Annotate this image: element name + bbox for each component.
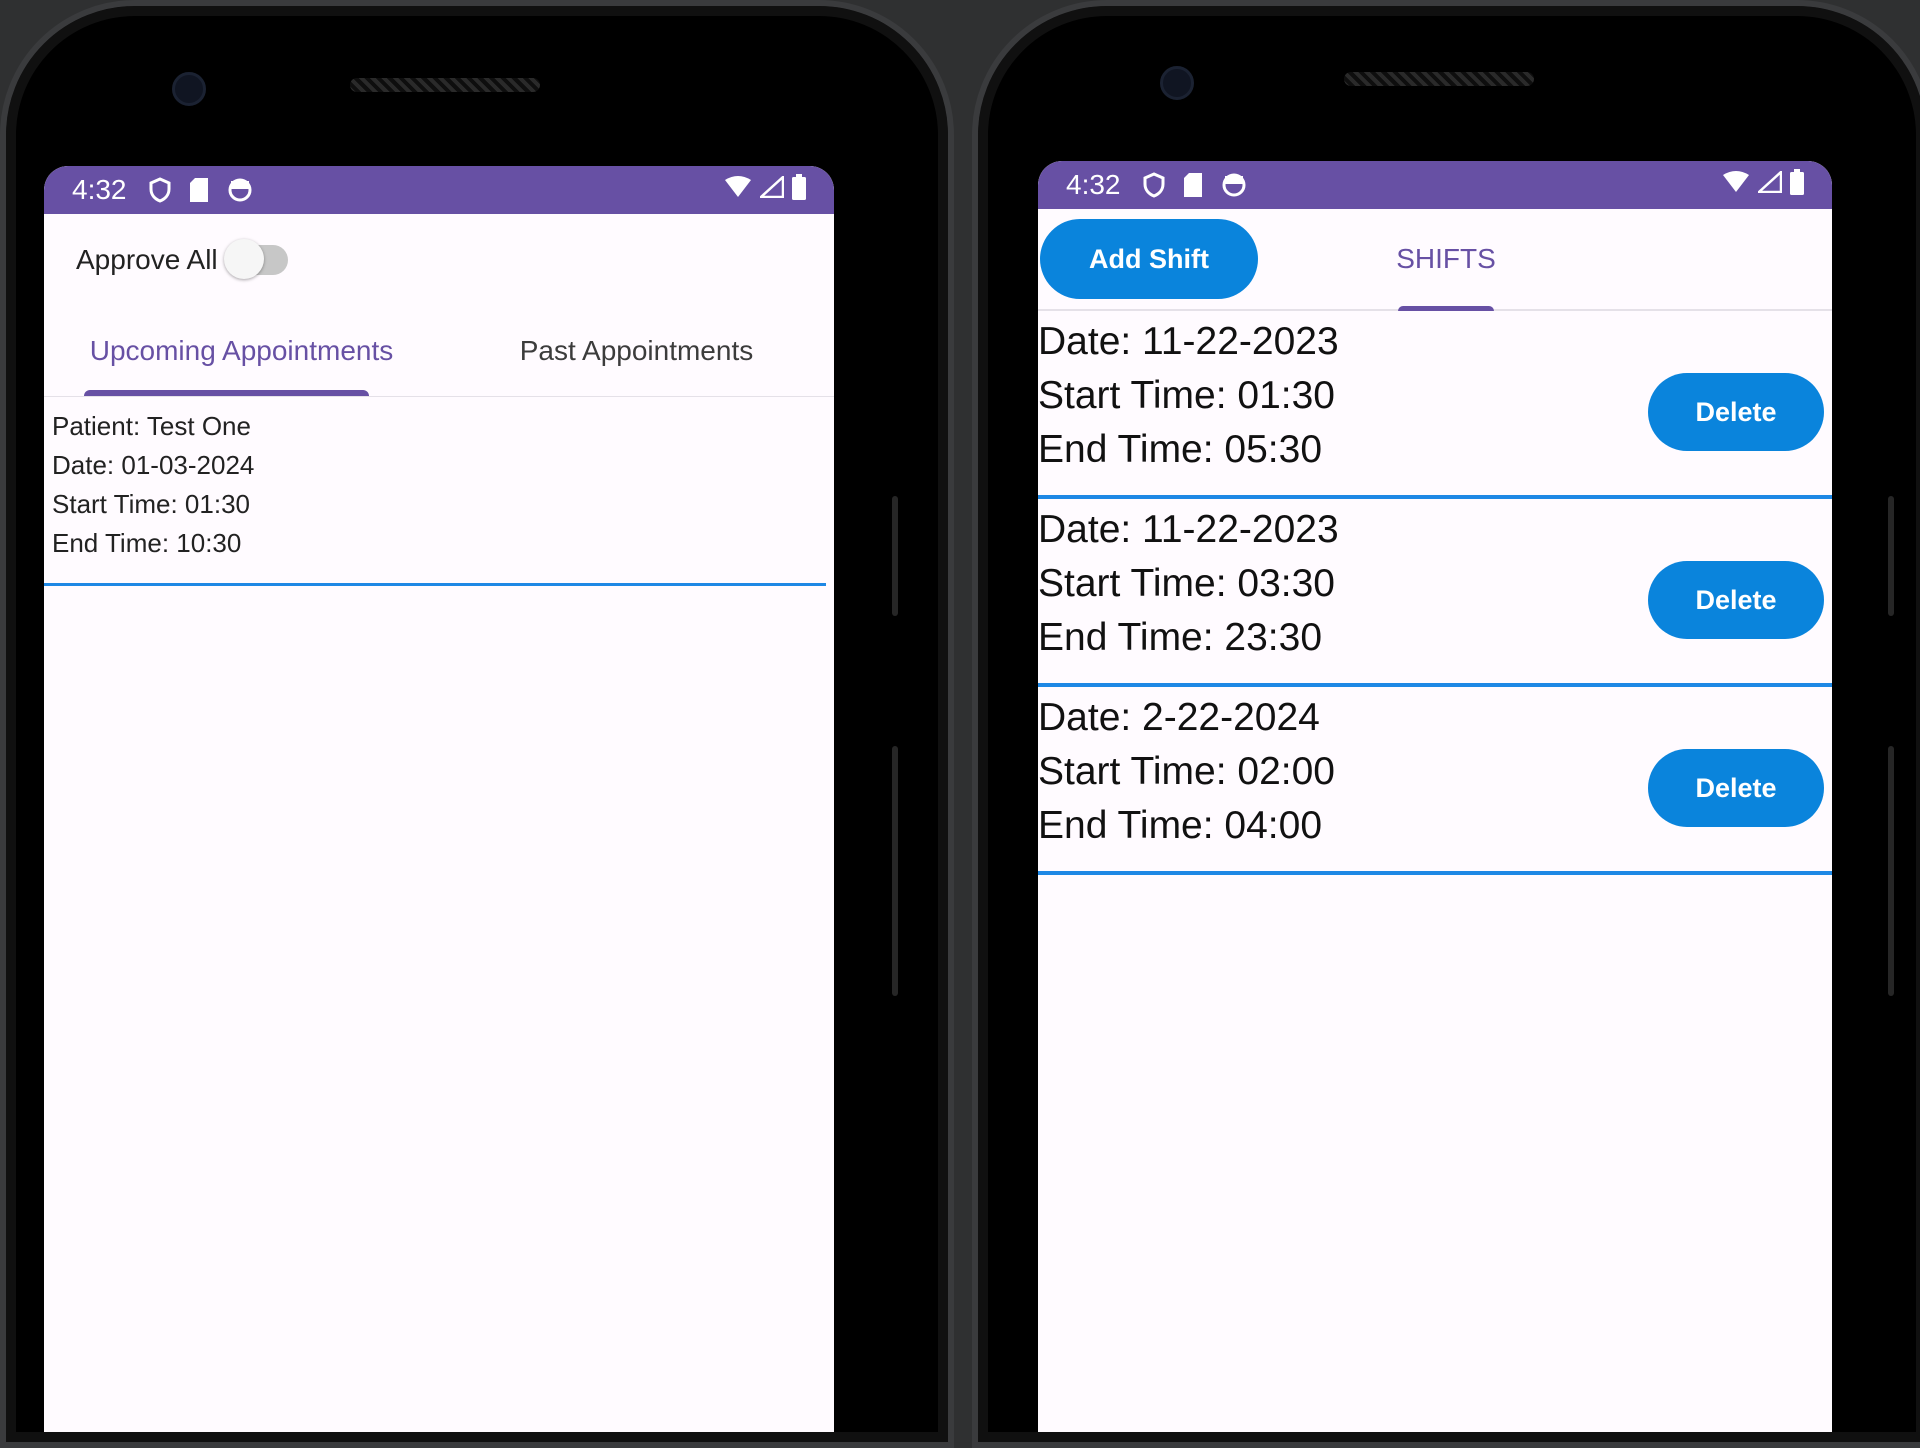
front-camera bbox=[1160, 66, 1194, 100]
power-button bbox=[892, 746, 898, 996]
tab-upcoming-appointments[interactable]: Upcoming Appointments bbox=[44, 306, 439, 396]
toggle-knob bbox=[223, 239, 264, 279]
appointment-patient: Patient: Test One bbox=[52, 411, 251, 441]
phone-frame-right: 4:32 Add Shift SHIFTS Date: 11-22-2023 S… bbox=[972, 0, 1920, 1448]
tab-label: Upcoming Appointments bbox=[89, 335, 394, 366]
volume-button bbox=[1888, 496, 1894, 616]
sd-card-icon bbox=[1183, 172, 1203, 198]
app-screen-shifts: 4:32 Add Shift SHIFTS Date: 11-22-2023 S… bbox=[1038, 161, 1832, 1432]
earpiece-speaker bbox=[1344, 72, 1534, 86]
status-time: 4:32 bbox=[1066, 169, 1121, 200]
shift-item: Date: 11-22-2023 Start Time: 01:30 End T… bbox=[1038, 311, 1832, 499]
status-bar: 4:32 bbox=[44, 166, 834, 214]
shifts-header: Add Shift SHIFTS bbox=[1038, 209, 1832, 311]
add-shift-button[interactable]: Add Shift bbox=[1040, 219, 1258, 299]
approve-all-label: Approve All bbox=[76, 244, 218, 275]
signal-icon bbox=[1755, 168, 1783, 200]
sync-icon bbox=[227, 177, 253, 203]
delete-shift-button[interactable]: Delete bbox=[1648, 749, 1824, 827]
tab-past-appointments[interactable]: Past Appointments bbox=[439, 306, 834, 396]
phone-frame-left: 4:32 Approve All Upcoming Appointments P… bbox=[0, 0, 954, 1448]
status-right-icons bbox=[724, 173, 806, 207]
shift-date: Date: 2-22-2024 bbox=[1038, 696, 1320, 739]
tab-label: SHIFTS bbox=[1396, 243, 1496, 274]
front-camera bbox=[172, 72, 206, 106]
shift-item: Date: 2-22-2024 Start Time: 02:00 End Ti… bbox=[1038, 687, 1832, 875]
shift-date: Date: 11-22-2023 bbox=[1038, 508, 1339, 551]
approve-all-row: Approve All bbox=[44, 214, 834, 306]
appointment-start-time: Start Time: 01:30 bbox=[52, 489, 250, 519]
battery-icon bbox=[792, 173, 806, 207]
delete-shift-button[interactable]: Delete bbox=[1648, 561, 1824, 639]
approve-all-toggle[interactable] bbox=[223, 239, 288, 279]
appointments-tab-bar: Upcoming Appointments Past Appointments bbox=[44, 306, 834, 397]
shield-icon bbox=[1143, 172, 1165, 198]
tab-label: Past Appointments bbox=[519, 335, 754, 366]
sync-icon bbox=[1221, 172, 1247, 198]
power-button bbox=[1888, 746, 1894, 996]
earpiece-speaker bbox=[350, 78, 540, 92]
signal-icon bbox=[757, 173, 785, 205]
appointment-item[interactable]: Patient: Test One Date: 01-03-2024 Start… bbox=[44, 397, 826, 586]
shift-item: Date: 11-22-2023 Start Time: 03:30 End T… bbox=[1038, 499, 1832, 687]
shield-icon bbox=[149, 177, 171, 203]
shift-date: Date: 11-22-2023 bbox=[1038, 320, 1339, 363]
wifi-icon bbox=[1722, 170, 1750, 200]
appointment-date: Date: 01-03-2024 bbox=[52, 450, 255, 480]
delete-shift-button[interactable]: Delete bbox=[1648, 373, 1824, 451]
status-right-icons bbox=[1722, 168, 1804, 202]
wifi-icon bbox=[724, 175, 752, 205]
appointment-end-time: End Time: 10:30 bbox=[52, 528, 242, 558]
tab-shifts[interactable]: SHIFTS bbox=[1386, 209, 1506, 311]
battery-icon bbox=[1790, 168, 1804, 202]
app-screen-appointments: 4:32 Approve All Upcoming Appointments P… bbox=[44, 166, 834, 1432]
active-tab-indicator bbox=[84, 390, 369, 396]
volume-button bbox=[892, 496, 898, 616]
status-bar: 4:32 bbox=[1038, 161, 1832, 209]
status-time: 4:32 bbox=[72, 174, 127, 205]
sd-card-icon bbox=[189, 177, 209, 203]
